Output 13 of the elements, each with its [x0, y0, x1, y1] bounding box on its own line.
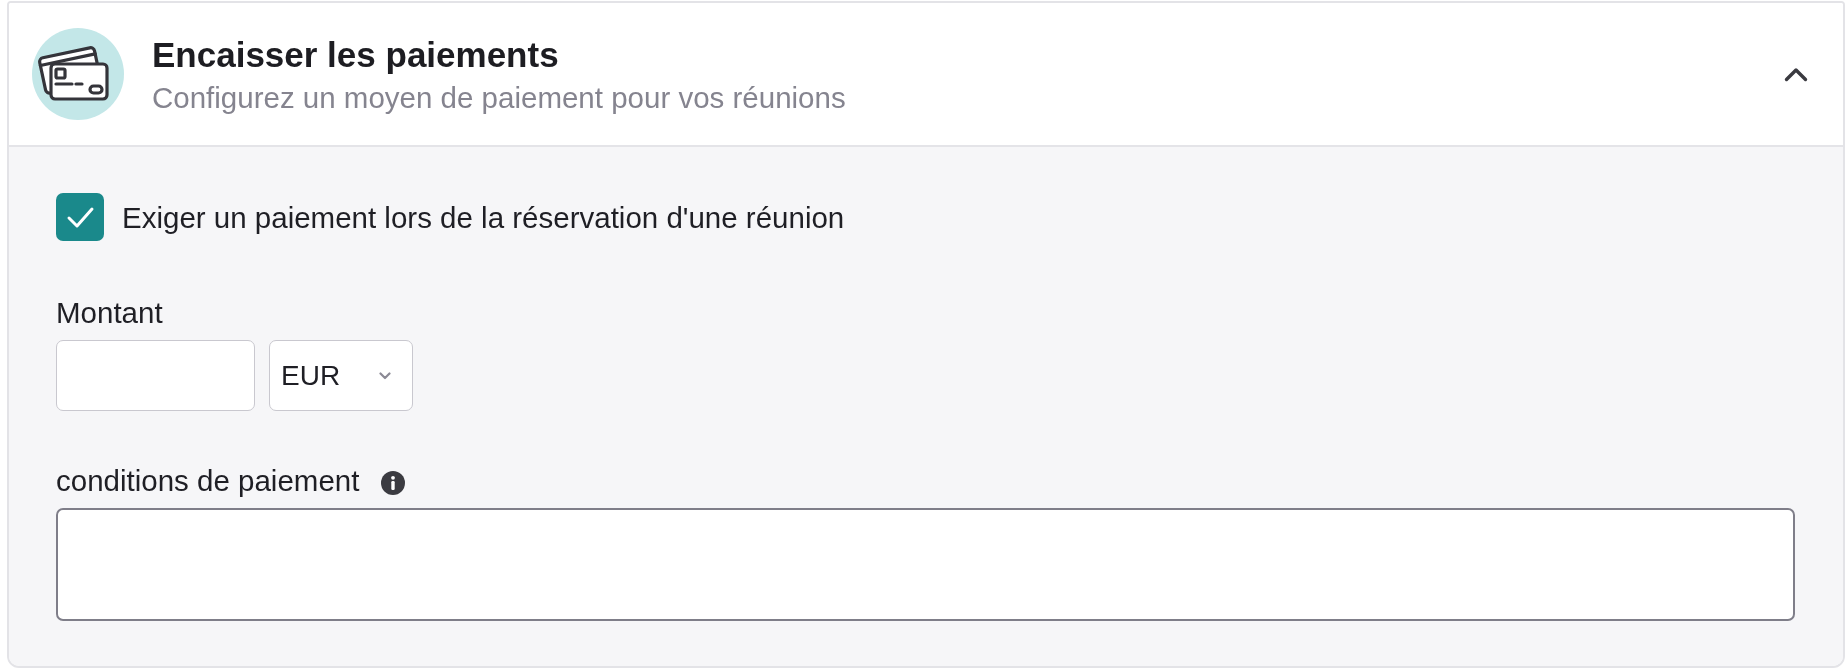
panel-title: Encaisser les paiements — [152, 33, 559, 76]
chevron-down-icon — [379, 371, 391, 380]
checkbox-label: Exiger un paiement lors de la réservation d'une réunion — [122, 199, 845, 235]
chevron-up-icon[interactable] — [1784, 66, 1808, 82]
checkbox[interactable] — [56, 193, 104, 241]
info-icon[interactable] — [381, 470, 406, 495]
amount-field[interactable] — [56, 340, 255, 411]
payment-terms-label: conditions de paiement — [56, 463, 360, 498]
amount-label: Montant — [56, 295, 163, 330]
payment-terms-field[interactable] — [56, 508, 1795, 621]
panel-subtitle: Configurez un moyen de paiement pour vos réunions — [152, 79, 846, 115]
currency-dropdown[interactable]: EUR — [269, 340, 413, 411]
credit-cards-icon — [32, 28, 124, 120]
